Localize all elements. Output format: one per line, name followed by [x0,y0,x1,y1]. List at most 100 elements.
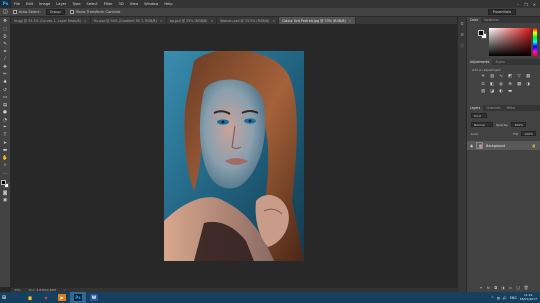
crop-tool-icon[interactable]: ⌗ [1,50,9,55]
properties-panel-icon[interactable]: ☰ [460,32,464,37]
chrome-app-button[interactable]: ◉ [38,292,54,303]
explorer-app-button[interactable]: ▆ [22,292,38,303]
tab-close-icon[interactable]: × [349,19,352,23]
foreground-color-swatch[interactable] [0,180,6,186]
start-button[interactable]: ⊞ [0,292,8,303]
curves-icon[interactable]: ∿ [498,75,504,80]
exposure-icon[interactable]: ◩ [507,75,513,80]
info-panel-icon[interactable]: ⓘ [460,43,464,49]
edit-toolbar-icon[interactable]: … [1,171,9,177]
threshold-icon[interactable]: ◪ [489,90,495,95]
move-tool-icon[interactable]: ✥ [1,20,9,25]
menu-edit[interactable]: Edit [23,2,36,6]
layer-kind-filter[interactable]: Kind [471,113,487,118]
clone-stamp-tool-icon[interactable]: ♣ [1,80,9,86]
hue-saturation-icon[interactable]: ▦ [525,75,531,80]
color-picker-field[interactable] [489,28,531,56]
auto-select-mode-dropdown[interactable]: Group [45,9,65,15]
add-mask-icon[interactable]: ◘ [494,285,497,290]
menu-file[interactable]: File [11,2,23,6]
color-lookup-icon[interactable]: ▦ [516,82,522,88]
menu-3d[interactable]: 3D [116,2,127,6]
new-layer-icon[interactable]: ❏ [516,285,519,290]
blend-mode-dropdown[interactable]: Normal [471,122,493,127]
document-tab[interactable]: Colour Grd Portrait.jpg @ 33% (RGB/8) × [279,17,356,24]
levels-icon[interactable]: ▥ [489,75,495,80]
tab-close-icon[interactable]: × [210,19,213,23]
document-tab[interactable]: Woman.psd @ 33.3% (RGB/8) × [217,17,280,24]
marquee-tool-icon[interactable]: ⬚ [1,27,9,33]
layer-row-background[interactable]: ◉ Background 🔒 [467,141,540,150]
color-swatches[interactable] [0,180,10,189]
link-layers-icon[interactable]: ⚭ [480,285,483,290]
tab-close-icon[interactable]: × [272,19,275,23]
menu-type[interactable]: Type [69,2,83,6]
clock[interactable]: 11:21 05/01/2017 [520,293,537,301]
media-app-button[interactable]: ▶ [54,292,70,303]
visibility-eye-icon[interactable]: ◉ [470,144,473,148]
tab-close-icon[interactable]: × [160,19,163,23]
invert-icon[interactable]: ◑ [525,82,531,88]
tab-styles[interactable]: Styles [492,59,507,65]
quick-mask-icon[interactable]: ◙ [1,191,9,197]
menu-filter[interactable]: Filter [101,2,116,6]
quick-select-tool-icon[interactable]: ✎ [1,42,9,48]
path-select-tool-icon[interactable]: ➤ [1,141,9,146]
fx-icon[interactable]: fx [487,285,491,290]
vibrance-icon[interactable]: ▽ [516,75,522,80]
opacity-field[interactable]: 100% [511,122,526,127]
menu-window[interactable]: Window [141,2,161,6]
posterize-icon[interactable]: ▨ [480,90,486,95]
eraser-tool-icon[interactable]: ▭ [1,95,9,101]
auto-select-checkbox[interactable]: Auto-Select: [12,10,41,14]
screen-mode-icon[interactable]: ▣ [1,199,9,204]
menu-layer[interactable]: Layer [53,2,69,6]
channel-mixer-icon[interactable]: ⊗ [507,82,513,88]
shape-tool-icon[interactable]: ▬ [1,148,9,154]
workspace-switcher[interactable]: Essentials [488,9,516,15]
photo-filter-icon[interactable]: ◍ [498,82,504,88]
tab-layers[interactable]: Layers [467,105,484,111]
selective-color-icon[interactable]: ◐ [498,90,504,95]
dodge-tool-icon[interactable]: ◔ [1,118,9,124]
tab-paths[interactable]: Paths [504,105,518,111]
tab-adjustments[interactable]: Adjustments [467,59,493,65]
tab-channels[interactable]: Channels [483,105,503,111]
zoom-tool-icon[interactable]: ⌕ [1,163,9,169]
black-white-icon[interactable]: ◧ [489,82,495,88]
blur-tool-icon[interactable]: ● [1,110,9,116]
tab-close-icon[interactable]: × [84,19,87,23]
show-transform-checkbox[interactable]: Show Transform Controls [69,10,120,14]
document-tab[interactable]: Hugg @ 33.3% (Curves 1, Layer Mask/8) × [11,17,91,24]
history-brush-tool-icon[interactable]: ↺ [1,88,9,93]
gradient-map-icon[interactable]: ▬ [507,90,513,95]
photoshop-app-button[interactable]: Ps [70,292,86,303]
document-tab[interactable]: Fix.psd @ 50% (Gradient Fill 1, RGB/8) × [91,17,167,24]
document-tab[interactable]: bg.psd @ 25% (RGB/8) × [167,17,218,24]
gradient-tool-icon[interactable]: ▤ [1,103,9,108]
hue-slider[interactable] [533,28,537,56]
menu-view[interactable]: View [127,2,142,6]
eyedropper-tool-icon[interactable]: ⁄ [1,57,9,63]
color-balance-icon[interactable]: ⚖ [480,82,486,88]
pen-tool-icon[interactable]: ✒ [1,126,9,131]
word-app-button[interactable]: W [86,292,102,303]
menu-select[interactable]: Select [84,2,101,6]
maximize-button[interactable]: ❐ [524,2,528,7]
tray-chevron-icon[interactable]: ^ [491,296,494,300]
history-panel-icon[interactable]: ⏲ [460,21,463,26]
minimize-button[interactable]: – [517,2,519,7]
menu-help[interactable]: Help [161,2,175,6]
brightness-contrast-icon[interactable]: ☀ [480,75,486,80]
close-button[interactable]: ✕ [533,2,536,7]
canvas-area[interactable] [11,24,457,287]
language-indicator[interactable]: ENG [510,296,517,300]
delete-layer-icon[interactable]: 🗑 [524,285,529,290]
new-group-icon[interactable]: ▭ [509,285,513,290]
lasso-tool-icon[interactable]: ᘐ [1,35,9,40]
new-adjustment-icon[interactable]: ◑ [501,285,504,290]
hand-tool-icon[interactable]: ✋ [1,156,9,161]
menu-image[interactable]: Image [36,2,53,6]
network-icon[interactable]: ▥ [497,296,500,300]
move-tool-preset-icon[interactable]: ◫ [3,9,8,15]
